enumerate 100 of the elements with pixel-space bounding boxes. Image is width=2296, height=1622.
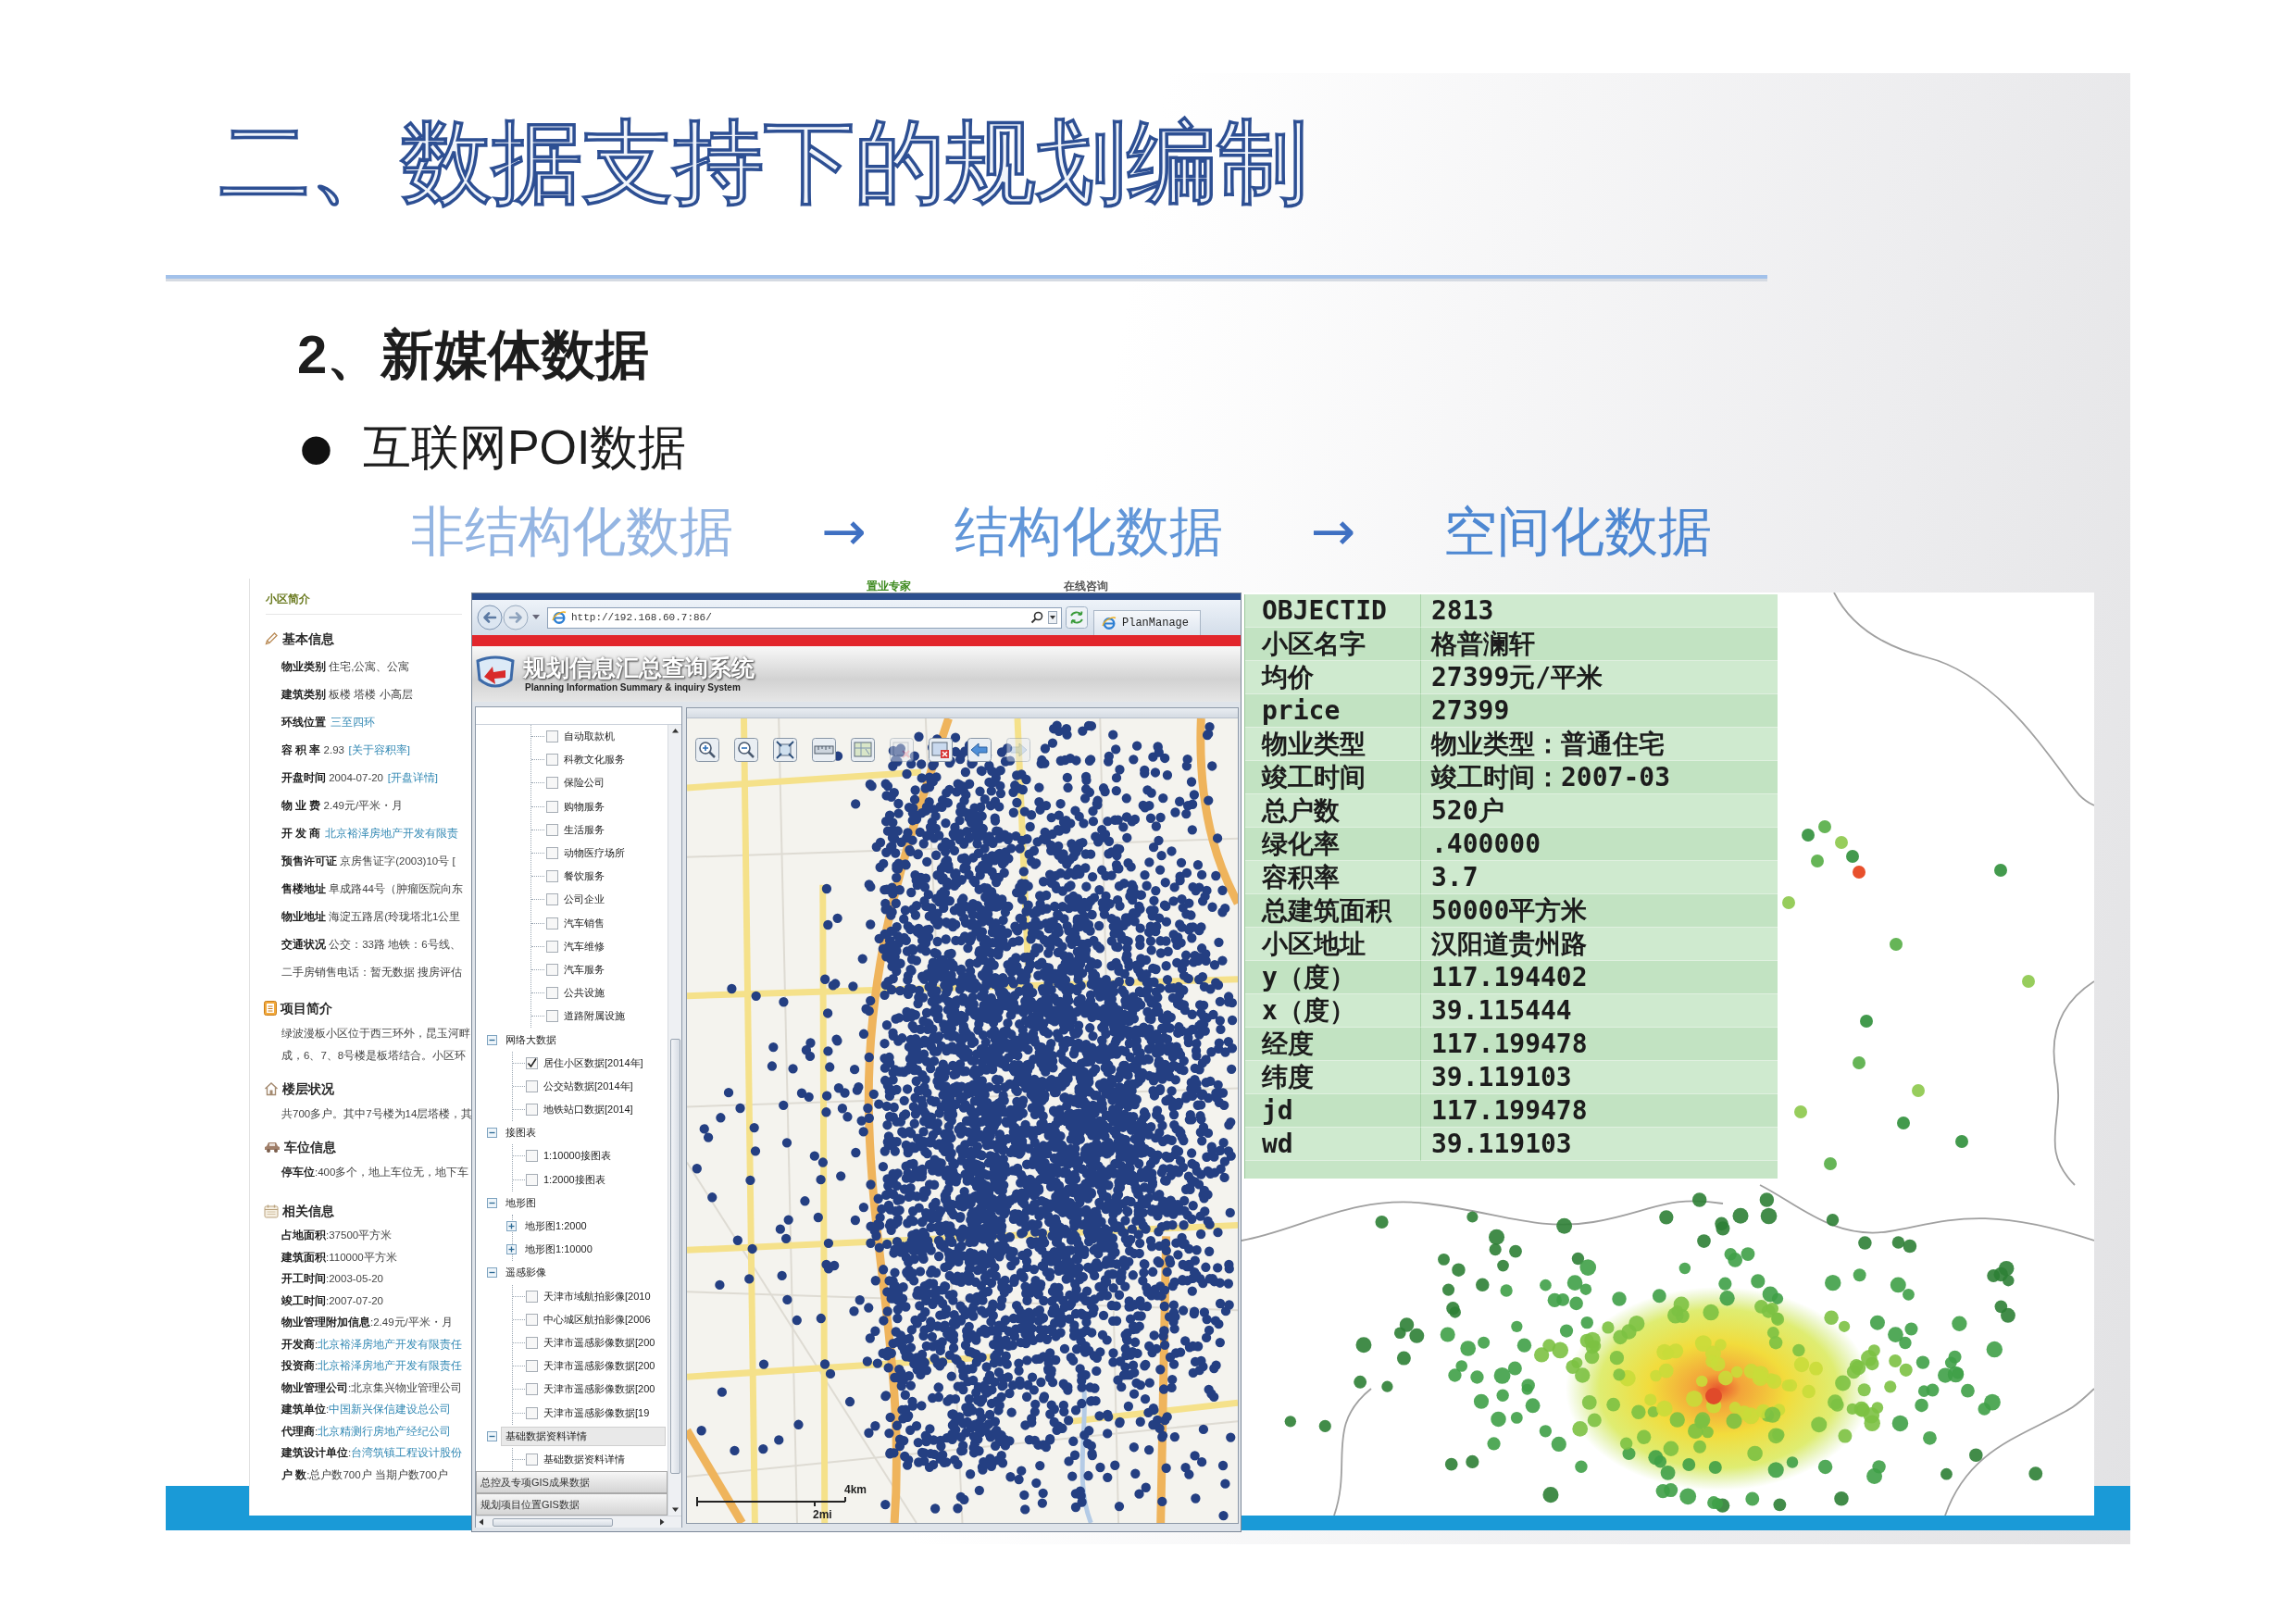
checkbox[interactable] bbox=[526, 1453, 538, 1466]
layer-label[interactable]: 保险公司 bbox=[564, 776, 605, 791]
checkbox[interactable] bbox=[526, 1056, 538, 1069]
group-label[interactable]: 地形图 bbox=[501, 1192, 541, 1213]
ruler-icon[interactable] bbox=[812, 738, 836, 762]
link[interactable]: [开盘详情] bbox=[387, 772, 438, 783]
layer-label[interactable]: 天津市遥感影像数据[200 bbox=[543, 1335, 655, 1350]
layer-label[interactable]: 生活服务 bbox=[564, 822, 605, 837]
folder-label[interactable]: 地形图1:10000 bbox=[525, 1242, 593, 1257]
checkbox[interactable] bbox=[526, 1290, 538, 1303]
minus-box-icon[interactable] bbox=[487, 1034, 497, 1045]
group-label[interactable]: 接图表 bbox=[501, 1123, 541, 1143]
scrollbar-thumb[interactable] bbox=[493, 1517, 613, 1527]
checkbox[interactable] bbox=[546, 940, 558, 953]
zoom-in-icon[interactable] bbox=[695, 738, 719, 762]
checkbox[interactable] bbox=[546, 800, 558, 813]
checkbox[interactable] bbox=[546, 777, 558, 790]
accordion-header[interactable]: 规划项目位置GIS数据 bbox=[476, 1493, 668, 1516]
minus-box-icon[interactable] bbox=[487, 1267, 497, 1279]
horizontal-scrollbar[interactable] bbox=[476, 1516, 681, 1528]
layer-label[interactable]: 天津市遥感影像数据[19 bbox=[543, 1405, 650, 1420]
layer-label[interactable]: 地铁站口数据[2014] bbox=[543, 1103, 633, 1117]
forward-icon[interactable] bbox=[503, 605, 529, 630]
checkbox[interactable] bbox=[546, 893, 558, 906]
link[interactable]: 北京裕泽房地产开发有限责 bbox=[325, 828, 458, 839]
checkbox[interactable] bbox=[546, 847, 558, 860]
checkbox[interactable] bbox=[526, 1173, 538, 1186]
info-line: 占地面积:37500平方米 bbox=[281, 1229, 393, 1242]
refresh-icon[interactable] bbox=[1066, 606, 1088, 629]
layer-label[interactable]: 餐饮服务 bbox=[564, 869, 605, 884]
checkbox[interactable] bbox=[546, 754, 558, 767]
link[interactable]: [关于容积率] bbox=[348, 744, 410, 755]
zoom-out-icon[interactable] bbox=[734, 738, 758, 762]
checkbox[interactable] bbox=[546, 823, 558, 836]
checkbox[interactable] bbox=[526, 1079, 538, 1092]
scrollbar-thumb[interactable] bbox=[669, 1039, 680, 1474]
layer-label[interactable]: 购物服务 bbox=[564, 799, 605, 814]
folder-label[interactable]: 地形图1:2000 bbox=[525, 1219, 587, 1234]
info-line: 建筑单位:中国新兴保信建设总公司 bbox=[281, 1403, 452, 1416]
layer-label[interactable]: 中心城区航拍影像[2006 bbox=[543, 1312, 651, 1327]
layer-label[interactable]: 动物医疗场所 bbox=[564, 846, 625, 861]
table-cell: 117.199478 bbox=[1421, 1094, 1778, 1128]
checkbox[interactable] bbox=[526, 1336, 538, 1349]
expand-arrows-icon[interactable] bbox=[773, 738, 797, 762]
minus-box-icon[interactable] bbox=[487, 1430, 497, 1441]
layer-label[interactable]: 居住小区数据[2014年] bbox=[543, 1055, 643, 1070]
checkbox[interactable] bbox=[526, 1104, 538, 1117]
link[interactable]: 北京裕泽房地产开发有限责任 bbox=[318, 1360, 463, 1371]
search-icon[interactable] bbox=[1030, 611, 1043, 624]
checkbox[interactable] bbox=[526, 1383, 538, 1396]
link[interactable]: 北京裕泽房地产开发有限责任 bbox=[318, 1338, 463, 1350]
group-label[interactable]: 网络大数据 bbox=[501, 1029, 561, 1050]
checkbox[interactable] bbox=[526, 1360, 538, 1373]
group-label[interactable]: 基础数据资料详情 bbox=[501, 1426, 666, 1446]
layer-label[interactable]: 汽车服务 bbox=[564, 962, 605, 977]
link[interactable]: 台湾筑镇工程设计股份 bbox=[351, 1447, 463, 1458]
address-field[interactable]: http://192.168.60.7:86/ bbox=[547, 606, 1062, 629]
browser-tab[interactable]: PlanManage bbox=[1093, 610, 1201, 635]
layer-label[interactable]: 科教文化服务 bbox=[564, 753, 625, 767]
page-link[interactable]: 置业专家 bbox=[867, 580, 911, 593]
layer-label[interactable]: 1:2000接图表 bbox=[543, 1172, 605, 1187]
layer-label[interactable]: 天津市遥感影像数据[200 bbox=[543, 1359, 655, 1374]
layer-label[interactable]: 天津市遥感影像数据[200 bbox=[543, 1382, 655, 1397]
group-label[interactable]: 遥感影像 bbox=[501, 1263, 551, 1283]
map-delete-icon[interactable] bbox=[929, 738, 953, 762]
link[interactable]: 三至四环 bbox=[330, 717, 375, 728]
checkbox[interactable] bbox=[546, 730, 558, 743]
info-line: 物业管理附加信息:2.49元/平米・月 bbox=[281, 1316, 453, 1329]
checkbox[interactable] bbox=[546, 870, 558, 883]
layer-label[interactable]: 公司企业 bbox=[564, 892, 605, 907]
link[interactable]: 中国新兴保信建设总公司 bbox=[329, 1404, 452, 1415]
dropdown-caret-icon[interactable] bbox=[1048, 611, 1057, 624]
checkbox[interactable] bbox=[546, 987, 558, 1000]
accordion-header[interactable]: 总控及专项GIS成果数据 bbox=[476, 1471, 668, 1493]
layer-label[interactable]: 基础数据资料详情 bbox=[543, 1452, 625, 1466]
link[interactable]: 北京精测行房地产经纪公司 bbox=[318, 1425, 452, 1437]
checkbox[interactable] bbox=[546, 963, 558, 976]
layer-label[interactable]: 公共设施 bbox=[564, 986, 605, 1001]
checkbox[interactable] bbox=[546, 1010, 558, 1023]
checkbox[interactable] bbox=[526, 1313, 538, 1326]
section-title: 楼层状况 bbox=[282, 1080, 334, 1098]
layer-label[interactable]: 天津市域航拍影像[2010 bbox=[543, 1289, 651, 1304]
layer-label[interactable]: 公交站数据[2014年] bbox=[543, 1079, 633, 1093]
layer-label[interactable]: 1:10000接图表 bbox=[543, 1149, 611, 1164]
table-cell: price bbox=[1245, 694, 1421, 728]
layer-label[interactable]: 自动取款机 bbox=[564, 730, 615, 744]
layer-label[interactable]: 汽车维修 bbox=[564, 939, 605, 954]
checkbox[interactable] bbox=[546, 917, 558, 930]
vertical-scrollbar[interactable] bbox=[668, 725, 681, 1516]
back-icon[interactable] bbox=[477, 605, 503, 630]
page-link[interactable]: 在线咨询 bbox=[1064, 580, 1108, 593]
layer-label[interactable]: 汽车销售 bbox=[564, 916, 605, 930]
map-sheet-icon[interactable] bbox=[851, 738, 875, 762]
plus-box-icon[interactable] bbox=[506, 1244, 517, 1255]
minus-box-icon[interactable] bbox=[487, 1128, 497, 1139]
minus-box-icon[interactable] bbox=[487, 1197, 497, 1208]
checkbox[interactable] bbox=[526, 1150, 538, 1163]
layer-label[interactable]: 道路附属设施 bbox=[564, 1009, 625, 1024]
checkbox[interactable] bbox=[526, 1406, 538, 1419]
plus-box-icon[interactable] bbox=[506, 1221, 517, 1232]
